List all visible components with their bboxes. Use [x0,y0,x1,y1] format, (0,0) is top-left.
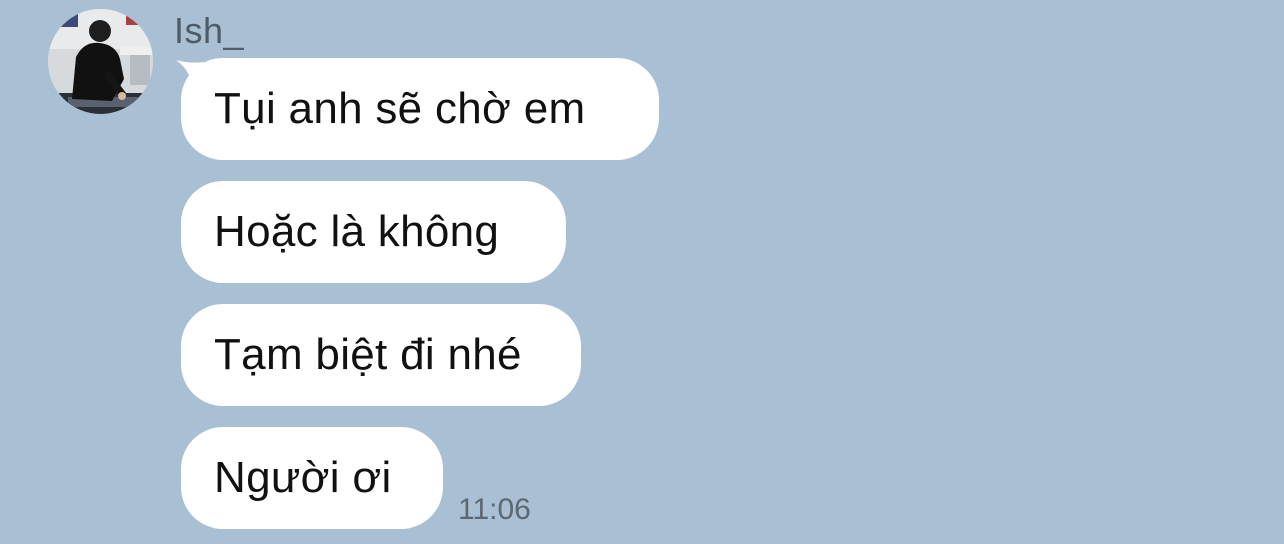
sender-name: Ish_ [174,10,245,51]
message-text: Tụi anh sẽ chờ em [214,84,586,133]
message-bubble[interactable]: Người ơi [181,427,443,529]
message-bubble[interactable]: Hoặc là không [181,181,566,283]
sender-avatar[interactable] [48,9,153,114]
chat-area[interactable]: Ish_ Tụi anh sẽ chờ em Hoặc là không Tạm… [0,0,1284,544]
profile-photo-icon [48,9,153,114]
message-text: Người ơi [214,453,392,502]
message-bubble[interactable]: Tạm biệt đi nhé [181,304,581,406]
message-timestamp: 11:06 [458,493,531,526]
message-bubble[interactable]: Tụi anh sẽ chờ em [181,58,659,160]
message-text: Hoặc là không [214,207,500,256]
message-text: Tạm biệt đi nhé [214,330,522,379]
